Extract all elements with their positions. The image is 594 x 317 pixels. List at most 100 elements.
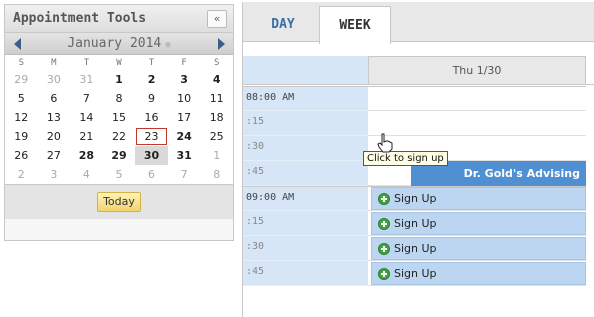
column-header-row: Thu 1/30	[243, 56, 594, 85]
sign-up-label: Sign Up	[394, 192, 437, 205]
sign-up-label: Sign Up	[394, 267, 437, 280]
today-button[interactable]: Today	[97, 192, 141, 212]
dot-icon: ●	[165, 40, 171, 50]
today-bar: Today	[5, 184, 233, 219]
calendar-day-selected[interactable]: 30	[135, 146, 168, 165]
mini-calendar: S M T W T F S 29 30 31 1 2 3 4 5 6 7 8 9…	[5, 55, 233, 184]
weekday-header: S	[213, 57, 220, 68]
calendar-day[interactable]: 7	[168, 165, 201, 184]
calendar-day[interactable]: 17	[168, 108, 201, 127]
time-slot[interactable]	[368, 86, 586, 111]
calendar-day[interactable]: 31	[168, 146, 201, 165]
calendar-day[interactable]: 24	[168, 127, 201, 146]
time-row: :15	[243, 111, 594, 136]
calendar-day-today[interactable]: 23	[135, 127, 168, 146]
calendar-day[interactable]: 11	[200, 89, 233, 108]
calendar-day[interactable]: 26	[5, 146, 38, 165]
weekday-header: M	[51, 57, 57, 68]
calendar-day[interactable]: 31	[70, 70, 103, 89]
calendar-day[interactable]: 3	[168, 70, 201, 89]
time-row: 08:00 AM	[243, 86, 594, 111]
time-label: :45	[243, 261, 368, 286]
arrow-left-icon	[13, 37, 21, 50]
sign-up-button[interactable]: Sign Up	[371, 237, 586, 260]
plus-icon	[378, 192, 390, 205]
calendar-day[interactable]: 15	[103, 108, 136, 127]
calendar-day[interactable]: 29	[5, 70, 38, 89]
calendar-day[interactable]: 5	[103, 165, 136, 184]
calendar-day[interactable]: 1	[103, 70, 136, 89]
time-row: :45 Sign Up	[243, 261, 594, 286]
prev-month-button[interactable]	[8, 35, 26, 53]
plus-icon	[378, 267, 390, 280]
calendar-day[interactable]: 8	[200, 165, 233, 184]
tools-title: Appointment Tools	[13, 11, 147, 26]
calendar-day[interactable]: 30	[38, 70, 71, 89]
calendar-day[interactable]: 2	[135, 70, 168, 89]
calendar-day[interactable]: 16	[135, 108, 168, 127]
time-slot[interactable]	[368, 111, 586, 136]
time-row: 09:00 AM Sign Up	[243, 186, 594, 211]
calendar-day[interactable]: 2	[5, 165, 38, 184]
time-row: :30 Sign Up	[243, 236, 594, 261]
time-label: 08:00 AM	[243, 86, 368, 111]
tab-day[interactable]: DAY	[247, 6, 319, 43]
collapse-button[interactable]: «	[207, 9, 227, 28]
schedule-panel: DAY WEEK Thu 1/30 08:00 AM :15 :30 :45 D…	[242, 2, 594, 317]
plus-icon	[378, 217, 390, 230]
appointment-tools-panel: Appointment Tools « January 2014 ● S M T …	[4, 4, 234, 241]
weekday-header: T	[83, 57, 90, 68]
weekday-header: S	[18, 57, 24, 68]
arrow-right-icon	[217, 37, 225, 50]
sign-up-tooltip: Click to sign up	[363, 151, 448, 166]
view-tabs: DAY WEEK	[243, 2, 594, 44]
calendar-day[interactable]: 5	[5, 89, 38, 108]
calendar-day[interactable]: 21	[70, 127, 103, 146]
sign-up-button[interactable]: Sign Up	[371, 262, 586, 285]
tab-week[interactable]: WEEK	[319, 6, 391, 44]
time-label: :30	[243, 136, 368, 161]
tools-header: Appointment Tools «	[5, 5, 233, 33]
weekday-header: W	[116, 57, 122, 68]
sign-up-label: Sign Up	[394, 242, 437, 255]
calendar-day[interactable]: 13	[38, 108, 71, 127]
calendar-day[interactable]: 12	[5, 108, 38, 127]
time-label: :15	[243, 211, 368, 236]
sign-up-button[interactable]: Sign Up	[371, 187, 586, 210]
calendar-day[interactable]: 22	[103, 127, 136, 146]
sign-up-button[interactable]: Sign Up	[371, 212, 586, 235]
time-label: 09:00 AM	[243, 186, 368, 211]
calendar-day[interactable]: 28	[70, 146, 103, 165]
day-column-header[interactable]: Thu 1/30	[368, 56, 586, 84]
calendar-day[interactable]: 29	[103, 146, 136, 165]
month-label: January 2014	[67, 36, 162, 51]
calendar-day[interactable]: 6	[38, 89, 71, 108]
time-label: :30	[243, 236, 368, 261]
calendar-day[interactable]: 4	[70, 165, 103, 184]
calendar-day[interactable]: 8	[103, 89, 136, 108]
calendar-header: January 2014 ●	[5, 33, 233, 55]
calendar-day[interactable]: 27	[38, 146, 71, 165]
calendar-month-label: January 2014 ●	[67, 36, 170, 51]
calendar-day[interactable]: 3	[38, 165, 71, 184]
calendar-day[interactable]: 19	[5, 127, 38, 146]
hand-cursor-icon	[377, 133, 393, 153]
calendar-day[interactable]: 1	[200, 146, 233, 165]
calendar-day[interactable]: 9	[135, 89, 168, 108]
calendar-day[interactable]: 18	[200, 108, 233, 127]
calendar-day[interactable]: 7	[70, 89, 103, 108]
time-row: :15 Sign Up	[243, 211, 594, 236]
time-grid: 08:00 AM :15 :30 :45 Dr. Gold's Advising…	[243, 86, 594, 286]
plus-icon	[378, 242, 390, 255]
weekday-header: T	[148, 57, 155, 68]
weekday-header: F	[181, 57, 187, 68]
calendar-day[interactable]: 6	[135, 165, 168, 184]
next-month-button[interactable]	[212, 35, 230, 53]
calendar-day[interactable]: 25	[200, 127, 233, 146]
calendar-day[interactable]: 14	[70, 108, 103, 127]
time-gutter-header	[243, 56, 368, 84]
calendar-day[interactable]: 10	[168, 89, 201, 108]
time-label: :15	[243, 111, 368, 136]
calendar-day[interactable]: 4	[200, 70, 233, 89]
calendar-day[interactable]: 20	[38, 127, 71, 146]
